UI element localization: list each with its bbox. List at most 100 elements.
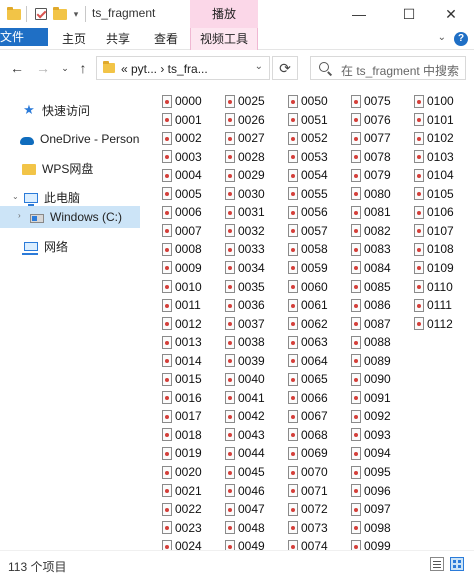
file-item[interactable]: 0088 [351, 333, 391, 351]
file-item[interactable]: 0080 [351, 185, 391, 203]
file-item[interactable]: 0105 [414, 185, 454, 203]
address-dropdown-icon[interactable]: ⌄ [255, 61, 263, 72]
file-item[interactable]: 0086 [351, 296, 391, 314]
file-item[interactable]: 0039 [225, 352, 265, 370]
large-icons-view-icon[interactable] [450, 557, 464, 571]
file-item[interactable]: 0046 [225, 482, 265, 500]
file-item[interactable]: 0053 [288, 148, 328, 166]
file-item[interactable]: 0052 [288, 129, 328, 147]
address-bar[interactable]: « pyt... › ts_fra... ⌄ [96, 56, 270, 80]
file-item[interactable]: 0059 [288, 259, 328, 277]
file-item[interactable]: 0007 [162, 222, 202, 240]
file-item[interactable]: 0021 [162, 482, 202, 500]
file-item[interactable]: 0034 [225, 259, 265, 277]
file-item[interactable]: 0026 [225, 111, 265, 129]
properties-icon[interactable] [33, 5, 49, 23]
file-item[interactable]: 0054 [288, 166, 328, 184]
file-item[interactable]: 0018 [162, 426, 202, 444]
tab-home[interactable]: 主页 [54, 28, 94, 50]
file-item[interactable]: 0020 [162, 463, 202, 481]
file-item[interactable]: 0095 [351, 463, 391, 481]
file-item[interactable]: 0066 [288, 389, 328, 407]
file-item[interactable]: 0044 [225, 444, 265, 462]
file-item[interactable]: 0028 [225, 148, 265, 166]
file-item[interactable]: 0087 [351, 315, 391, 333]
file-item[interactable]: 0008 [162, 240, 202, 258]
file-item[interactable]: 0108 [414, 240, 454, 258]
file-item[interactable]: 0085 [351, 278, 391, 296]
file-item[interactable]: 0001 [162, 111, 202, 129]
file-item[interactable]: 0042 [225, 407, 265, 425]
file-item[interactable]: 0009 [162, 259, 202, 277]
tab-file[interactable]: 文件 [0, 28, 48, 46]
file-item[interactable]: 0091 [351, 389, 391, 407]
file-item[interactable]: 0013 [162, 333, 202, 351]
file-item[interactable]: 0112 [414, 315, 453, 333]
minimize-button[interactable]: — [336, 0, 382, 28]
file-item[interactable]: 0051 [288, 111, 328, 129]
file-item[interactable]: 0004 [162, 166, 202, 184]
file-item[interactable]: 0094 [351, 444, 391, 462]
customize-quick-access-icon[interactable]: ▾ [70, 5, 82, 23]
file-item[interactable]: 0019 [162, 444, 202, 462]
file-item[interactable]: 0035 [225, 278, 265, 296]
file-item[interactable]: 0022 [162, 500, 202, 518]
sidebar-item-network[interactable]: 网络 [0, 235, 140, 257]
file-item[interactable]: 0067 [288, 407, 328, 425]
file-item[interactable]: 0061 [288, 296, 328, 314]
search-box[interactable]: 在 ts_fragment 中搜索 [310, 56, 466, 80]
file-item[interactable]: 0012 [162, 315, 202, 333]
ribbon-collapse-icon[interactable]: ⌄ [438, 32, 446, 43]
sidebar-item-windows-c[interactable]: › Windows (C:) [0, 206, 140, 228]
file-item[interactable]: 0089 [351, 352, 391, 370]
recent-locations-icon[interactable]: ⌄ [56, 59, 74, 77]
folder-icon[interactable] [6, 5, 22, 23]
file-item[interactable]: 0101 [414, 111, 454, 129]
tab-view[interactable]: 查看 [144, 28, 188, 50]
file-item[interactable]: 0096 [351, 482, 391, 500]
file-item[interactable]: 0006 [162, 203, 202, 221]
file-item[interactable]: 0014 [162, 352, 202, 370]
details-view-icon[interactable] [430, 557, 444, 571]
file-item[interactable]: 0078 [351, 148, 391, 166]
back-arrow-icon[interactable]: ← [8, 59, 26, 77]
file-item[interactable]: 0015 [162, 370, 202, 388]
file-item[interactable]: 0064 [288, 352, 328, 370]
refresh-button[interactable]: ⟳ [272, 56, 298, 80]
file-item[interactable]: 0107 [414, 222, 454, 240]
file-item[interactable]: 0002 [162, 129, 202, 147]
file-item[interactable]: 0041 [225, 389, 265, 407]
file-item[interactable]: 0090 [351, 370, 391, 388]
tab-share[interactable]: 共享 [98, 28, 138, 50]
file-item[interactable]: 0036 [225, 296, 265, 314]
help-icon[interactable]: ? [454, 32, 468, 46]
tab-video-tools[interactable]: 视频工具 [190, 28, 258, 50]
file-item[interactable]: 0075 [351, 92, 391, 110]
file-item[interactable]: 0082 [351, 222, 391, 240]
sidebar-item-this-pc[interactable]: ⌄ 此电脑 [0, 186, 140, 208]
file-item[interactable]: 0060 [288, 278, 328, 296]
sidebar-item-quick-access[interactable]: ★ 快速访问 [0, 99, 140, 121]
file-item[interactable]: 0047 [225, 500, 265, 518]
file-item[interactable]: 0100 [414, 92, 454, 110]
chevron-right-icon[interactable]: › [18, 211, 21, 220]
file-item[interactable]: 0040 [225, 370, 265, 388]
file-item[interactable]: 0000 [162, 92, 202, 110]
file-item[interactable]: 0037 [225, 315, 265, 333]
file-item[interactable]: 0081 [351, 203, 391, 221]
file-item[interactable]: 0103 [414, 148, 454, 166]
file-item[interactable]: 0070 [288, 463, 328, 481]
file-item[interactable]: 0050 [288, 92, 328, 110]
file-item[interactable]: 0092 [351, 407, 391, 425]
file-item[interactable]: 0062 [288, 315, 328, 333]
file-item[interactable]: 0057 [288, 222, 328, 240]
file-item[interactable]: 0011 [162, 296, 201, 314]
file-item[interactable]: 0032 [225, 222, 265, 240]
file-item[interactable]: 0076 [351, 111, 391, 129]
file-item[interactable]: 0058 [288, 240, 328, 258]
file-item[interactable]: 0072 [288, 500, 328, 518]
file-item[interactable]: 0102 [414, 129, 454, 147]
file-item[interactable]: 0010 [162, 278, 202, 296]
file-item[interactable]: 0043 [225, 426, 265, 444]
up-arrow-icon[interactable]: ↑ [74, 59, 92, 77]
